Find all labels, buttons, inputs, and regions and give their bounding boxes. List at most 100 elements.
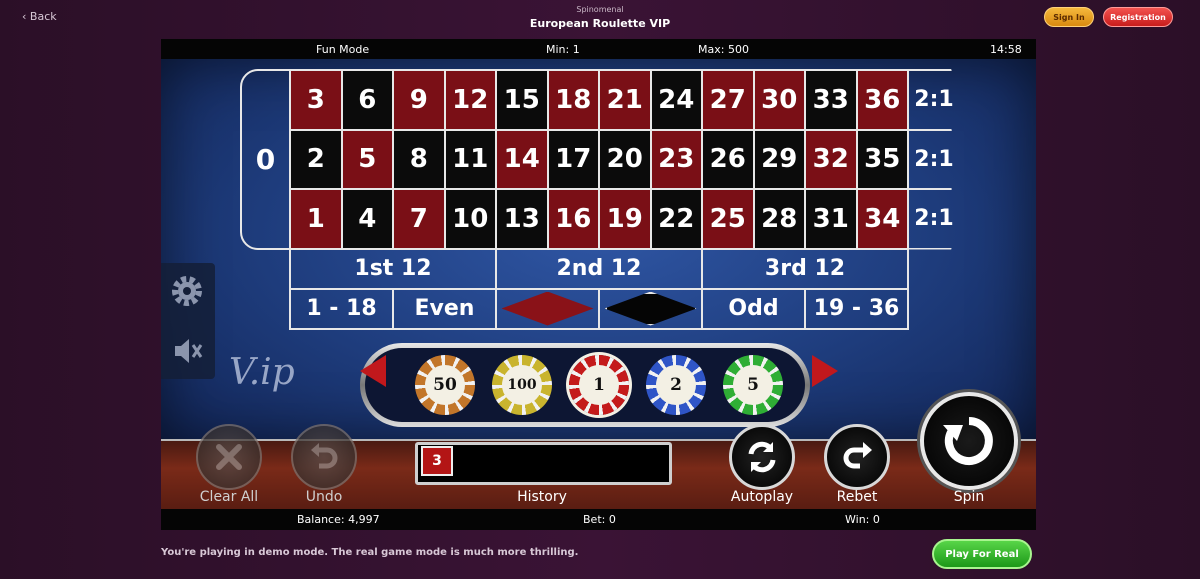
status-bar: Balance: 4,997 Bet: 0 Win: 0 [161,509,1036,530]
chip-50[interactable]: 50 [415,355,475,415]
chip-2[interactable]: 2 [646,355,706,415]
number-cell-5[interactable]: 5 [340,128,394,190]
column-bet-1[interactable]: 2:1 [907,69,959,131]
number-cell-32[interactable]: 32 [804,128,858,190]
number-cell-1[interactable]: 1 [289,188,343,250]
number-cell-3[interactable]: 3 [289,69,343,131]
history-strip[interactable] [415,442,672,485]
number-cell-34[interactable]: 34 [855,188,909,250]
bet-odd[interactable]: Odd [701,287,806,330]
dozen-bet-1[interactable]: 1st 12 [289,247,497,290]
chip-value: 2 [656,365,696,405]
number-cell-25[interactable]: 25 [701,188,755,250]
number-cell-4[interactable]: 4 [340,188,394,250]
number-cell-15[interactable]: 15 [495,69,549,131]
rebet-icon [843,442,872,469]
chip-100[interactable]: 100 [492,355,552,415]
bet-19-36[interactable]: 19 - 36 [804,287,909,330]
number-cell-31[interactable]: 31 [804,188,858,250]
red-diamond-icon [501,291,594,326]
undo-button[interactable] [291,424,357,490]
number-cell-20[interactable]: 20 [598,128,652,190]
number-cell-13[interactable]: 13 [495,188,549,250]
bet-amount: Bet: 0 [583,513,616,526]
history-last-number: 3 [421,446,453,476]
chip-value: 5 [733,365,773,405]
spin-label: Spin [953,489,985,505]
number-cell-11[interactable]: 11 [443,128,497,190]
number-cell-27[interactable]: 27 [701,69,755,131]
autoplay-label: Autoplay [730,489,794,505]
number-cell-35[interactable]: 35 [855,128,909,190]
column-bet-2[interactable]: 2:1 [907,128,959,190]
undo-icon [311,443,338,469]
number-cell-22[interactable]: 22 [649,188,703,250]
rebet-button[interactable] [824,424,890,490]
number-cell-2[interactable]: 2 [289,128,343,190]
number-cell-6[interactable]: 6 [340,69,394,131]
vip-logo: V.ip [229,352,295,393]
number-cell-8[interactable]: 8 [392,128,446,190]
number-cell-0[interactable]: 0 [240,69,291,250]
bet-black[interactable] [598,287,703,330]
clock: 14:58 [990,43,1022,56]
mode-label: Fun Mode [316,43,370,56]
chip-scroll-right-arrow[interactable] [812,355,838,387]
rebet-label: Rebet [836,489,878,505]
number-cell-9[interactable]: 9 [392,69,446,131]
number-cell-17[interactable]: 17 [546,128,600,190]
number-cell-29[interactable]: 29 [752,128,806,190]
number-cell-24[interactable]: 24 [649,69,703,131]
close-icon [216,444,242,470]
number-cell-7[interactable]: 7 [392,188,446,250]
number-cell-12[interactable]: 12 [443,69,497,131]
info-bar: Fun Mode Min: 1 Max: 500 14:58 [161,39,1036,59]
number-cell-26[interactable]: 26 [701,128,755,190]
chip-value: 1 [579,365,619,405]
sound-muted-icon[interactable] [169,333,205,369]
demo-notice: You're playing in demo mode. The real ga… [161,547,579,558]
chip-1[interactable]: 1 [569,355,629,415]
side-panel [161,263,215,379]
number-cell-18[interactable]: 18 [546,69,600,131]
black-diamond-icon [604,291,697,326]
min-bet: Min: 1 [546,43,580,56]
play-for-real-button[interactable]: Play For Real [932,539,1032,569]
bet-even[interactable]: Even [392,287,497,330]
number-cell-33[interactable]: 33 [804,69,858,131]
gear-icon[interactable] [169,273,205,309]
autoplay-button[interactable] [729,424,795,490]
balance: Balance: 4,997 [297,513,380,526]
undo-label: Undo [305,489,343,505]
column-bet-3[interactable]: 2:1 [907,188,959,250]
clear-all-label: Clear All [199,489,259,505]
chip-value: 100 [502,365,542,405]
number-cell-21[interactable]: 21 [598,69,652,131]
bet-red[interactable] [495,287,600,330]
max-bet: Max: 500 [698,43,749,56]
number-cell-16[interactable]: 16 [546,188,600,250]
number-cell-14[interactable]: 14 [495,128,549,190]
number-cell-36[interactable]: 36 [855,69,909,131]
registration-button[interactable]: Registration [1103,7,1173,27]
number-cell-10[interactable]: 10 [443,188,497,250]
provider-name: Spinomenal [576,5,624,14]
bet-1-18[interactable]: 1 - 18 [289,287,394,330]
dozen-bet-3[interactable]: 3rd 12 [701,247,909,290]
autoplay-icon [748,441,776,473]
win-amount: Win: 0 [845,513,880,526]
game-title: European Roulette VIP [529,17,671,30]
clear-all-button[interactable] [196,424,262,490]
dozen-bet-2[interactable]: 2nd 12 [495,247,703,290]
sign-in-button[interactable]: Sign In [1044,7,1094,27]
spin-button[interactable] [920,392,1018,490]
number-cell-23[interactable]: 23 [649,128,703,190]
number-cell-30[interactable]: 30 [752,69,806,131]
chip-scroll-left-arrow[interactable] [360,355,386,387]
spin-icon [943,417,993,465]
number-cell-28[interactable]: 28 [752,188,806,250]
history-label: History [517,489,567,505]
number-cell-19[interactable]: 19 [598,188,652,250]
chip-5[interactable]: 5 [723,355,783,415]
chip-value: 50 [425,365,465,405]
